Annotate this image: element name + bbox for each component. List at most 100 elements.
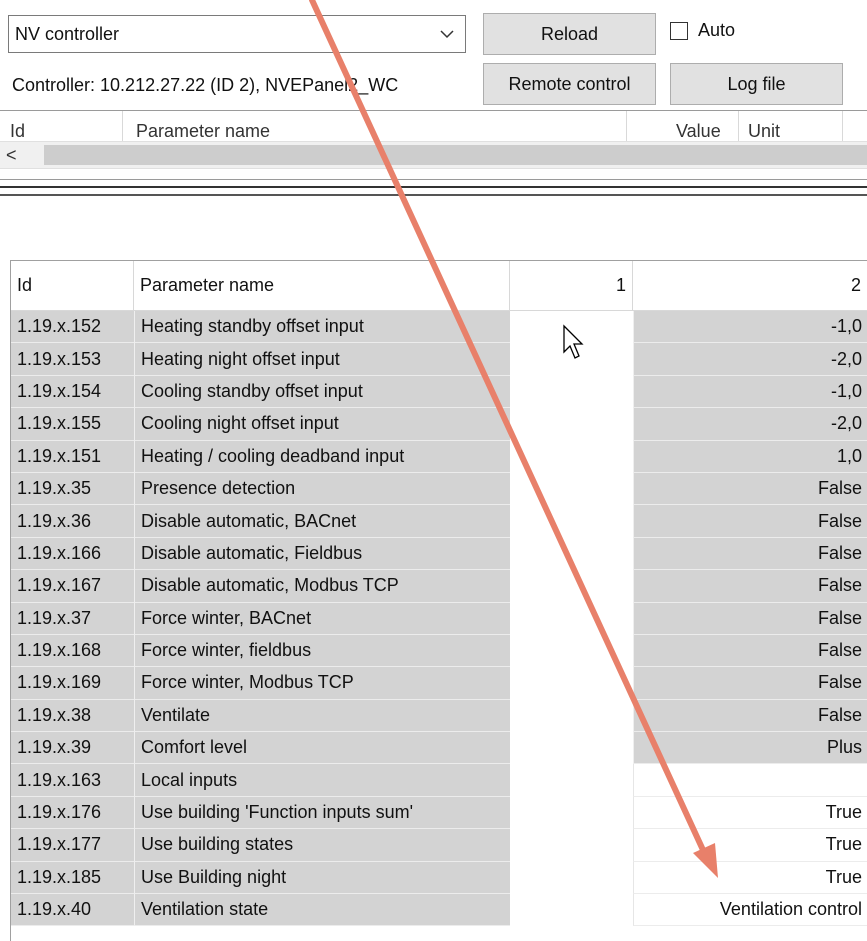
cell-value-1[interactable]	[510, 700, 633, 732]
cell-value-1[interactable]	[510, 311, 633, 343]
column-header-id[interactable]: Id	[10, 121, 25, 142]
cell-parameter-name[interactable]: Presence detection	[134, 472, 510, 506]
grid-header-col-2[interactable]: 2	[633, 261, 867, 311]
cell-value-2[interactable]: False	[633, 667, 867, 700]
cell-parameter-name[interactable]: Force winter, BACnet	[134, 602, 510, 635]
cell-value-2[interactable]: True	[633, 829, 867, 862]
cell-id[interactable]: 1.19.x.39	[11, 732, 134, 765]
table-row[interactable]: 1.19.x.185 Use Building night True	[11, 861, 867, 895]
cell-value-2[interactable]: True	[633, 861, 867, 895]
table-row[interactable]: 1.19.x.154 Cooling standby offset input -1…	[11, 375, 867, 409]
cell-value-2[interactable]: 1,0	[633, 440, 867, 473]
cell-id[interactable]: 1.19.x.38	[11, 699, 134, 733]
log-file-button[interactable]: Log file	[670, 63, 843, 105]
cell-parameter-name[interactable]: Local inputs	[134, 764, 510, 797]
cell-parameter-name[interactable]: Heating standby offset input	[134, 311, 510, 344]
cell-value-1[interactable]	[510, 829, 633, 861]
cell-value-2[interactable]: False	[633, 699, 867, 733]
controller-select[interactable]: NV controller	[8, 15, 466, 53]
cell-id[interactable]: 1.19.x.153	[11, 343, 134, 376]
cell-parameter-name[interactable]: Heating / cooling deadband input	[134, 440, 510, 473]
cell-id[interactable]: 1.19.x.166	[11, 537, 134, 571]
table-row[interactable]: 1.19.x.155 Cooling night offset input -2,0	[11, 408, 867, 441]
values-grid[interactable]: Id Parameter name 1 2 1.19.x.152 Heating …	[10, 260, 867, 941]
cell-parameter-name[interactable]: Disable automatic, Modbus TCP	[134, 570, 510, 603]
cell-value-2[interactable]: Plus	[633, 732, 867, 765]
cell-value-2[interactable]: False	[633, 634, 867, 668]
parameter-list[interactable]: Id Parameter name Value Unit <	[0, 110, 867, 180]
cell-value-1[interactable]	[510, 603, 633, 635]
cell-id[interactable]: 1.19.x.152	[11, 311, 134, 344]
grid-header-parameter-name[interactable]: Parameter name	[134, 261, 510, 311]
cell-value-1[interactable]	[510, 343, 633, 375]
cell-parameter-name[interactable]: Cooling standby offset input	[134, 375, 510, 409]
cell-parameter-name[interactable]: Cooling night offset input	[134, 408, 510, 441]
cell-id[interactable]: 1.19.x.154	[11, 375, 134, 409]
column-header-value[interactable]: Value	[676, 121, 721, 142]
table-row[interactable]: 1.19.x.153 Heating night offset input -2,0	[11, 343, 867, 376]
table-row[interactable]: 1.19.x.152 Heating standby offset input -1…	[11, 311, 867, 344]
table-row[interactable]: 1.19.x.39 Comfort level Plus	[11, 732, 867, 765]
cell-parameter-name[interactable]: Disable automatic, BACnet	[134, 505, 510, 538]
cell-parameter-name[interactable]: Disable automatic, Fieldbus	[134, 537, 510, 571]
scrollbar-thumb[interactable]	[44, 145, 867, 165]
cell-id[interactable]: 1.19.x.168	[11, 634, 134, 668]
cell-value-2[interactable]: -2,0	[633, 408, 867, 441]
table-row[interactable]: 1.19.x.36 Disable automatic, BACnet False	[11, 505, 867, 538]
reload-button[interactable]: Reload	[483, 13, 656, 55]
cell-value-2[interactable]	[633, 764, 867, 797]
cell-id[interactable]: 1.19.x.167	[11, 570, 134, 603]
table-row[interactable]: 1.19.x.167 Disable automatic, Modbus TCP F…	[11, 570, 867, 603]
cell-id[interactable]: 1.19.x.185	[11, 861, 134, 895]
cell-id[interactable]: 1.19.x.35	[11, 472, 134, 506]
table-row[interactable]: 1.19.x.163 Local inputs	[11, 764, 867, 797]
chevron-left-icon[interactable]: <	[6, 145, 17, 166]
cell-value-1[interactable]	[510, 505, 633, 537]
cell-value-1[interactable]	[510, 797, 633, 829]
cell-parameter-name[interactable]: Force winter, fieldbus	[134, 634, 510, 668]
cell-value-2[interactable]: False	[633, 602, 867, 635]
cell-value-1[interactable]	[510, 473, 633, 505]
cell-value-2[interactable]: -2,0	[633, 343, 867, 376]
cell-value-1[interactable]	[510, 635, 633, 667]
cell-value-1[interactable]	[510, 538, 633, 570]
cell-id[interactable]: 1.19.x.176	[11, 796, 134, 830]
cell-value-1[interactable]	[510, 894, 633, 926]
grid-header-col-1[interactable]: 1	[510, 261, 633, 311]
cell-value-1[interactable]	[510, 408, 633, 440]
cell-value-2[interactable]: Ventilation control	[633, 894, 867, 927]
table-row[interactable]: 1.19.x.166 Disable automatic, Fieldbus Fal…	[11, 537, 867, 571]
table-row[interactable]: 1.19.x.169 Force winter, Modbus TCP False	[11, 667, 867, 700]
cell-id[interactable]: 1.19.x.155	[11, 408, 134, 441]
splitter-line[interactable]	[0, 194, 867, 196]
table-row[interactable]: 1.19.x.176 Use building 'Function inputs …	[11, 796, 867, 830]
cell-parameter-name[interactable]: Comfort level	[134, 732, 510, 765]
cell-id[interactable]: 1.19.x.151	[11, 440, 134, 473]
cell-parameter-name[interactable]: Ventilate	[134, 699, 510, 733]
cell-value-1[interactable]	[510, 376, 633, 408]
remote-control-button[interactable]: Remote control	[483, 63, 656, 105]
splitter-line[interactable]	[0, 186, 867, 188]
table-row[interactable]: 1.19.x.35 Presence detection False	[11, 472, 867, 506]
cell-id[interactable]: 1.19.x.40	[11, 894, 134, 927]
grid-header-id[interactable]: Id	[11, 261, 134, 311]
cell-id[interactable]: 1.19.x.177	[11, 829, 134, 862]
cell-value-2[interactable]: False	[633, 570, 867, 603]
cell-value-2[interactable]: False	[633, 537, 867, 571]
cell-value-1[interactable]	[510, 441, 633, 473]
cell-value-1[interactable]	[510, 732, 633, 764]
cell-parameter-name[interactable]: Use building states	[134, 829, 510, 862]
auto-checkbox[interactable]	[670, 22, 688, 40]
cell-parameter-name[interactable]: Use Building night	[134, 861, 510, 895]
cell-value-1[interactable]	[510, 764, 633, 796]
table-row[interactable]: 1.19.x.151 Heating / cooling deadband inp…	[11, 440, 867, 473]
cell-value-2[interactable]: False	[633, 472, 867, 506]
horizontal-scrollbar[interactable]: <	[0, 141, 867, 169]
cell-parameter-name[interactable]: Ventilation state	[134, 894, 510, 927]
cell-parameter-name[interactable]: Use building 'Function inputs sum'	[134, 796, 510, 830]
cell-value-1[interactable]	[510, 667, 633, 699]
cell-id[interactable]: 1.19.x.36	[11, 505, 134, 538]
table-row[interactable]: 1.19.x.37 Force winter, BACnet False	[11, 602, 867, 635]
cell-value-2[interactable]: -1,0	[633, 375, 867, 409]
column-header-unit[interactable]: Unit	[748, 121, 780, 142]
